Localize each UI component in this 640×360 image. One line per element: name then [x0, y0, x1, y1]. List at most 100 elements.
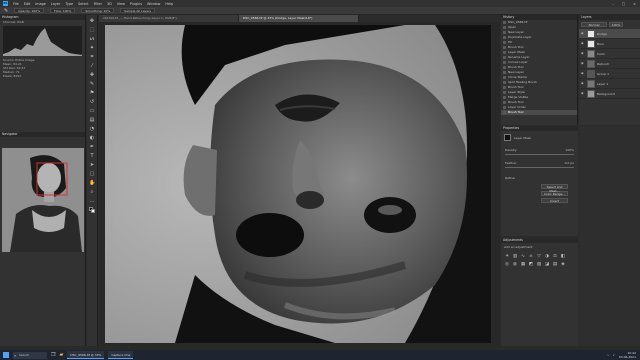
lasso-tool-icon[interactable]: ᔕ: [89, 36, 95, 42]
visibility-eye-icon[interactable]: ◉: [581, 52, 585, 55]
gradientmap-icon[interactable]: ▤: [552, 262, 558, 268]
brush-tool-icon[interactable]: ✎: [4, 8, 8, 14]
channel-select[interactable]: Channel: RGB: [0, 20, 85, 24]
quick-select-tool-icon[interactable]: ✦: [89, 45, 95, 51]
gradient-tool-icon[interactable]: ▤: [89, 117, 95, 123]
layer-opacity-field[interactable]: 100%: [609, 22, 623, 27]
layer-row[interactable]: ◉ Layer 1: [579, 79, 640, 89]
channelmixer-icon[interactable]: ◍: [512, 262, 518, 268]
eraser-tool-icon[interactable]: ▭: [89, 108, 95, 114]
layer-row[interactable]: ◉ Group 1: [579, 69, 640, 79]
bw-icon[interactable]: ◧: [560, 254, 566, 260]
photofilter-icon[interactable]: ◎: [504, 262, 510, 268]
hue-icon[interactable]: ◑: [544, 254, 550, 260]
visibility-eye-icon[interactable]: ◉: [581, 92, 585, 95]
menu-layer[interactable]: Layer: [51, 2, 60, 6]
menu-plugins[interactable]: Plugins: [130, 2, 142, 6]
menu-window[interactable]: Window: [147, 2, 160, 6]
exposure-icon[interactable]: ±: [528, 254, 534, 260]
feather-value[interactable]: 0.0 px: [565, 161, 574, 165]
menu-3d[interactable]: 3D: [107, 2, 112, 6]
clone-stamp-tool-icon[interactable]: ⚑: [89, 90, 95, 96]
minimize-icon[interactable]: –: [612, 2, 614, 6]
layer-row[interactable]: ◉ Retouch: [579, 59, 640, 69]
layer-thumbnail[interactable]: [587, 89, 595, 98]
menu-help[interactable]: Help: [165, 2, 173, 6]
path-select-tool-icon[interactable]: ➤: [89, 162, 95, 168]
move-tool-icon[interactable]: ✥: [89, 18, 95, 24]
history-brush-tool-icon[interactable]: ↺: [89, 99, 95, 105]
blur-tool-icon[interactable]: ◔: [89, 126, 95, 132]
hand-tool-icon[interactable]: ✋: [89, 180, 95, 186]
sample-all-layers-checkbox[interactable]: Sample All Layers: [120, 8, 155, 13]
menu-view[interactable]: View: [117, 2, 125, 6]
volume-icon[interactable]: ♪: [613, 353, 615, 357]
history-item[interactable]: Brush Tool: [501, 110, 577, 115]
navigator-panel-title[interactable]: Navigator: [0, 132, 85, 137]
document-tab[interactable]: 20150116_...-Hand-Retouching (Layer 1, R…: [99, 15, 239, 22]
eyedropper-tool-icon[interactable]: ⁄: [89, 63, 95, 69]
opacity-control[interactable]: Opacity: 100%: [14, 8, 45, 13]
feather-slider[interactable]: [505, 167, 574, 168]
layer-row[interactable]: ◉ Color: [579, 49, 640, 59]
layer-thumbnail[interactable]: [587, 29, 595, 38]
threshold-icon[interactable]: ◪: [544, 262, 550, 268]
file-explorer-icon[interactable]: ▰: [59, 352, 63, 358]
maximize-icon[interactable]: □: [622, 2, 625, 6]
brightness-icon[interactable]: ☀: [504, 254, 510, 260]
density-value[interactable]: 100%: [565, 148, 574, 152]
visibility-eye-icon[interactable]: ◉: [581, 62, 585, 65]
close-icon[interactable]: ×: [633, 2, 636, 6]
selectivecolor-icon[interactable]: ◈: [560, 262, 566, 268]
menu-type[interactable]: Type: [65, 2, 73, 6]
taskbar-search[interactable]: ⌕ Search: [13, 351, 47, 359]
windows-start-icon[interactable]: [3, 352, 9, 358]
task-view-icon[interactable]: ❐: [51, 352, 55, 358]
healing-brush-tool-icon[interactable]: ✚: [89, 72, 95, 78]
visibility-eye-icon[interactable]: ◉: [581, 32, 585, 35]
menu-file[interactable]: File: [13, 2, 19, 6]
taskbar-app-capture-one[interactable]: Capture One: [108, 351, 134, 359]
visibility-eye-icon[interactable]: ◉: [581, 42, 585, 45]
visibility-eye-icon[interactable]: ◉: [581, 82, 585, 85]
navigator-thumbnail[interactable]: [2, 148, 84, 252]
layer-row[interactable]: ◉ Burn: [579, 39, 640, 49]
blend-mode-select[interactable]: Normal: [581, 22, 607, 27]
smoothing-control[interactable]: Smoothing: 10%: [81, 8, 115, 13]
layer-thumbnail[interactable]: [587, 59, 595, 68]
crop-tool-icon[interactable]: ⌗: [89, 54, 95, 60]
canvas-area[interactable]: [99, 22, 500, 346]
invert-icon[interactable]: ◩: [528, 262, 534, 268]
brush-tool-icon[interactable]: ✎: [89, 81, 95, 87]
layer-thumbnail[interactable]: [587, 39, 595, 48]
taskbar-app-photoshop[interactable]: DSC_9566.tif @ 33%: [67, 351, 105, 359]
more-tools-icon[interactable]: …: [89, 198, 95, 204]
menu-image[interactable]: Image: [35, 2, 46, 6]
shape-tool-icon[interactable]: ▢: [89, 171, 95, 177]
zoom-tool-icon[interactable]: ⌕: [89, 189, 95, 195]
color-swatches-icon[interactable]: [89, 207, 95, 213]
network-icon[interactable]: ⌁: [607, 353, 609, 357]
curves-icon[interactable]: ∿: [520, 254, 526, 260]
density-slider[interactable]: [505, 154, 574, 155]
visibility-eye-icon[interactable]: ◉: [581, 72, 585, 75]
invert-button[interactable]: Invert: [541, 198, 568, 203]
color-range-button[interactable]: Color Range...: [541, 191, 568, 196]
document-tab-active[interactable]: DSC_9566.tif @ 33% (Dodge, Layer Mask/16…: [239, 15, 359, 22]
layer-thumbnail[interactable]: [587, 69, 595, 78]
type-tool-icon[interactable]: T: [89, 153, 95, 159]
clock[interactable]: 10:42 03.06.2021: [619, 351, 636, 359]
menu-select[interactable]: Select: [78, 2, 88, 6]
layer-row[interactable]: ◉ Dodge: [579, 29, 640, 39]
colorlookup-icon[interactable]: ▦: [520, 262, 526, 268]
menu-edit[interactable]: Edit: [24, 2, 31, 6]
posterize-icon[interactable]: ▨: [536, 262, 542, 268]
layer-thumbnail[interactable]: [587, 79, 595, 88]
pen-tool-icon[interactable]: ✒: [89, 144, 95, 150]
marquee-tool-icon[interactable]: ⬚: [89, 27, 95, 33]
image-canvas[interactable]: [105, 25, 491, 343]
vibrance-icon[interactable]: ▽: [536, 254, 542, 260]
colorbalance-icon[interactable]: ⚖: [552, 254, 558, 260]
layer-row[interactable]: ◉ Background: [579, 89, 640, 99]
dodge-tool-icon[interactable]: ◐: [89, 135, 95, 141]
